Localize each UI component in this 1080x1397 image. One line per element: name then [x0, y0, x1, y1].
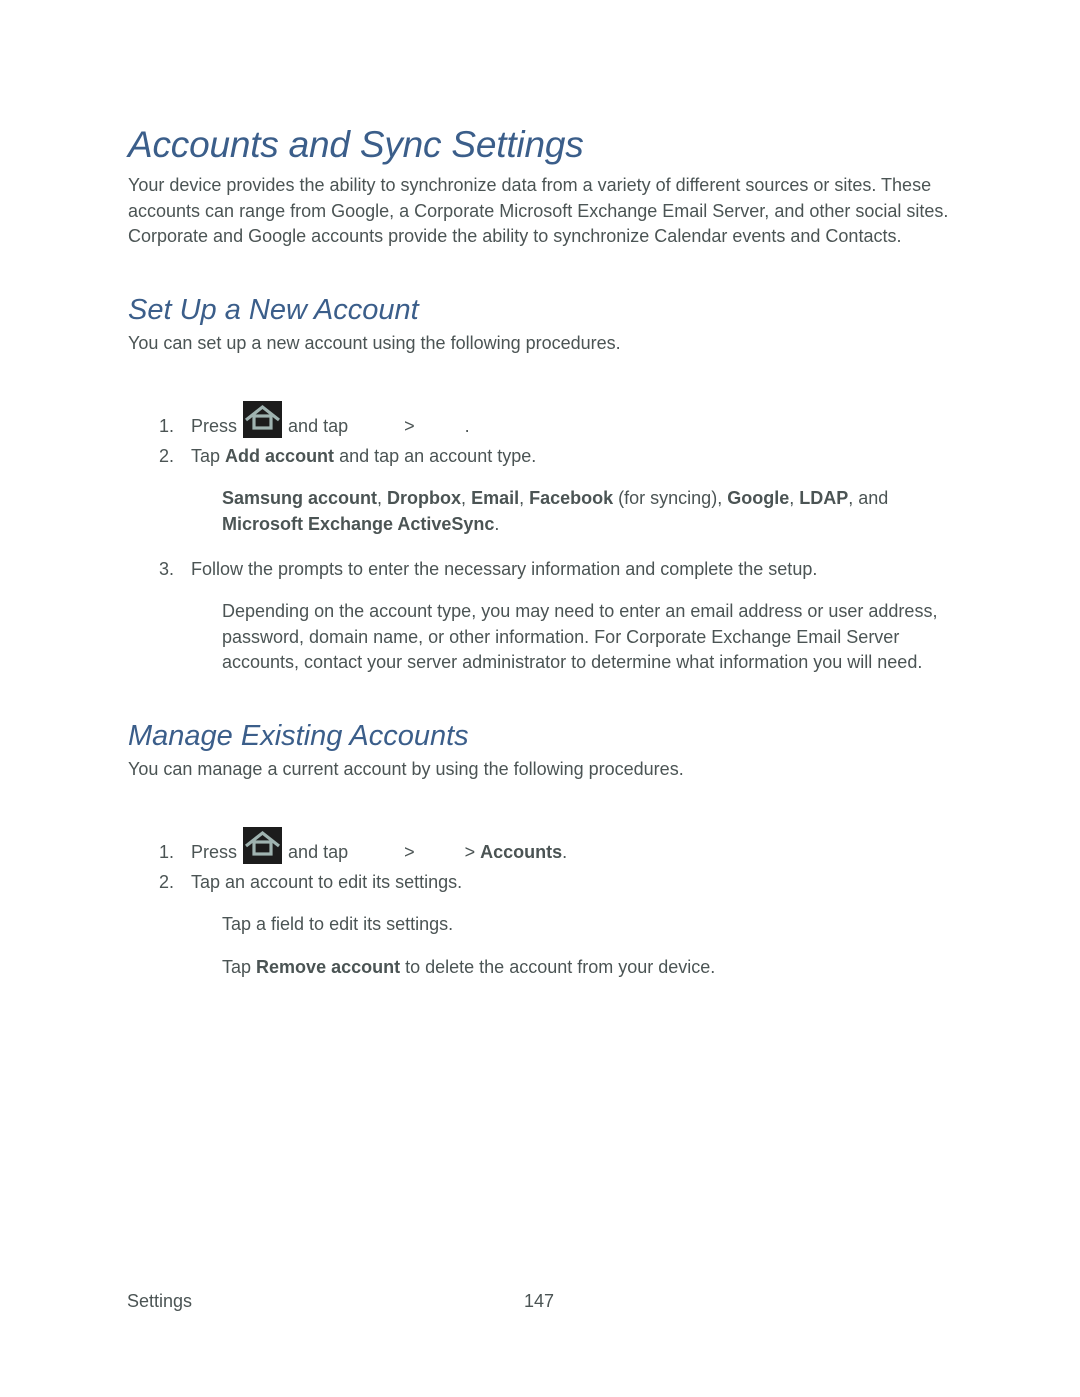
path-separator: >	[404, 842, 415, 862]
add-account-label: Add account	[225, 446, 335, 466]
manage-step-1: 1. Press and tap > > Accounts.	[159, 827, 567, 864]
setup-step-1: 1. Press and tap >.	[159, 401, 470, 438]
path-separator: >	[464, 842, 476, 862]
account-type: LDAP	[799, 488, 849, 508]
account-type: Google	[727, 488, 790, 508]
step-number: 2.	[159, 872, 175, 892]
account-type: Facebook	[529, 488, 614, 508]
manage-note-2: Tap Remove account to delete the account…	[222, 955, 952, 981]
setup-intro: You can set up a new account using the f…	[128, 333, 621, 353]
account-type: Samsung account	[222, 488, 378, 508]
account-types-list: Samsung account, Dropbox, Email, Faceboo…	[222, 488, 889, 534]
step-text: Tap	[191, 446, 221, 466]
accounts-label: Accounts	[480, 842, 563, 862]
step-number: 2.	[159, 446, 175, 466]
setup-heading: Set Up a New Account	[128, 294, 419, 326]
intro-paragraph: Your device provides the ability to sync…	[128, 175, 949, 247]
step-text: Follow the prompts to enter the necessar…	[191, 559, 818, 579]
account-type: Email	[471, 488, 520, 508]
manage-note-1: Tap a field to edit its settings.	[222, 914, 454, 934]
step-and-tap-text: and tap	[288, 416, 349, 436]
page-number: 147	[524, 1291, 555, 1311]
account-type: Microsoft Exchange ActiveSync	[222, 513, 495, 534]
step-number: 1.	[159, 842, 175, 862]
manage-intro: You can manage a current account by usin…	[128, 759, 684, 779]
manage-step-2: 2. Tap an account to edit its settings.	[159, 870, 462, 894]
footer-section: Settings	[127, 1291, 193, 1311]
remove-account-label: Remove account	[256, 957, 401, 977]
manage-heading: Manage Existing Accounts	[128, 720, 469, 752]
step-press-text: Press	[191, 842, 238, 862]
step-press-text: Press	[191, 416, 238, 436]
home-icon	[243, 401, 283, 438]
conjunction: and	[858, 488, 889, 508]
page-title: Accounts and Sync Settings	[128, 124, 584, 165]
note-text: to delete the account from your device.	[405, 957, 716, 977]
step-number: 3.	[159, 559, 175, 579]
setup-step-3: 3. Follow the prompts to enter the necess…	[159, 557, 817, 581]
step-number: 1.	[159, 416, 175, 436]
note-text: Tap	[222, 957, 252, 977]
step-text: Tap an account to edit its settings.	[191, 872, 463, 892]
path-separator: >	[404, 416, 415, 436]
facebook-note: (for syncing)	[618, 488, 718, 508]
step-and-tap-text: and tap	[288, 842, 349, 862]
step-end-punct: .	[562, 842, 568, 862]
step-end-punct: .	[464, 416, 470, 436]
home-icon	[243, 827, 283, 864]
account-type: Dropbox	[387, 488, 462, 508]
setup-step-2: 2. Tap Add account and tap an account typ…	[159, 444, 536, 468]
step3-note: Depending on the account type, you may n…	[222, 601, 938, 673]
step-text: and tap an account type.	[339, 446, 537, 466]
